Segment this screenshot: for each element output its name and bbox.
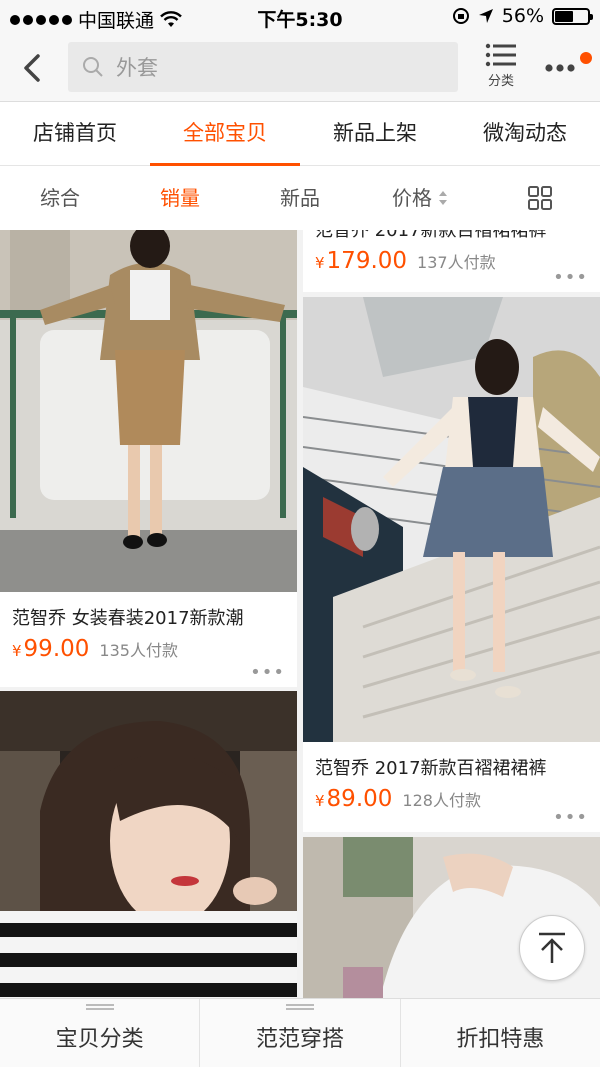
card-more-icon[interactable]: ••• (250, 662, 285, 683)
search-input[interactable]: 外套 (68, 42, 458, 92)
menu-grip-icon (285, 1004, 314, 1010)
status-bar: 中国联通 下午5:30 56% (0, 0, 600, 34)
product-card[interactable]: 范智乔 2017新款百褶裙裙裤 ¥ 179.00 137人付款 ••• (303, 230, 600, 292)
currency-symbol: ¥ (315, 792, 325, 810)
product-image[interactable] (0, 230, 297, 592)
status-icons: 56% (452, 5, 593, 27)
menu-grip-icon (85, 1004, 114, 1010)
card-more-icon[interactable]: ••• (553, 267, 588, 288)
sort-comprehensive[interactable]: 综合 (0, 166, 120, 230)
product-image[interactable] (0, 691, 297, 998)
sort-label: 价格 (392, 186, 432, 210)
battery-icon (552, 7, 593, 25)
menu-item-label: 宝贝分类 (55, 1027, 144, 1052)
more-dots-icon (545, 64, 575, 72)
currency-symbol: ¥ (315, 254, 325, 272)
sort-updown-icon (439, 191, 447, 205)
sort-newest[interactable]: 新品 (240, 166, 360, 230)
arrow-up-icon (539, 932, 565, 963)
navigation-bar: 外套 分类 (0, 34, 600, 102)
location-icon (478, 9, 493, 23)
product-grid: 范智乔 女装春装2017新款潮 ¥ 99.00 135人付款 ••• 范智乔 2… (0, 230, 600, 998)
back-button[interactable] (14, 48, 54, 88)
product-title[interactable]: 范智乔 2017新款百褶裙裙裤 (303, 230, 600, 242)
sales-count: 128人付款 (402, 791, 481, 810)
product-meta: ¥ 99.00 135人付款 (0, 636, 297, 662)
more-menu-button[interactable] (544, 52, 594, 86)
menu-item-categories[interactable]: 宝贝分类 (0, 999, 201, 1067)
notification-dot (580, 52, 592, 64)
menu-item-discounts[interactable]: 折扣特惠 (401, 999, 600, 1067)
shop-tabs: 店铺首页 全部宝贝 新品上架 微淘动态 (0, 102, 600, 166)
product-image[interactable] (303, 297, 600, 742)
product-title[interactable]: 范智乔 女装春装2017新款潮 (0, 604, 297, 630)
product-card[interactable]: 范智乔 女装春装2017新款潮 ¥ 99.00 135人付款 ••• (0, 230, 297, 687)
chevron-left-icon (24, 54, 40, 82)
search-placeholder: 外套 (116, 56, 158, 80)
sort-price[interactable]: 价格 (360, 166, 480, 230)
product-price: 99.00 (23, 636, 90, 662)
sales-count: 135人付款 (99, 641, 178, 660)
tab-new-arrivals[interactable]: 新品上架 (300, 102, 450, 165)
sort-label: 新品 (280, 186, 320, 210)
layout-toggle-button[interactable] (480, 166, 600, 230)
bottom-menu-bar: 宝贝分类 范范穿搭 折扣特惠 (0, 998, 600, 1067)
tab-all-items[interactable]: 全部宝贝 (150, 102, 300, 166)
category-button[interactable]: 分类 (478, 42, 524, 94)
product-card[interactable] (0, 691, 297, 998)
tab-shop-home[interactable]: 店铺首页 (0, 102, 150, 165)
scroll-to-top-button[interactable] (519, 915, 585, 981)
menu-item-label: 范范穿搭 (255, 1027, 344, 1052)
currency-symbol: ¥ (12, 642, 22, 660)
card-more-icon[interactable]: ••• (553, 807, 588, 828)
battery-percent: 56% (501, 5, 544, 27)
menu-item-label: 折扣特惠 (456, 1027, 545, 1052)
category-label: 分类 (487, 74, 514, 89)
search-icon (83, 57, 103, 77)
sort-bar: 综合 销量 新品 价格 (0, 166, 600, 230)
tab-weitao-feed[interactable]: 微淘动态 (450, 102, 600, 165)
product-price: 89.00 (326, 786, 393, 812)
product-title[interactable]: 范智乔 2017新款百褶裙裙裤 (303, 754, 600, 780)
list-icon (485, 43, 516, 67)
sales-count: 137人付款 (417, 253, 496, 272)
sort-label: 综合 (40, 186, 80, 210)
rotation-lock-icon (452, 8, 469, 24)
menu-item-outfits[interactable]: 范范穿搭 (200, 999, 401, 1067)
grid-view-icon (528, 186, 552, 210)
product-price: 179.00 (326, 248, 408, 274)
product-card[interactable]: 范智乔 2017新款百褶裙裙裤 ¥ 89.00 128人付款 ••• (303, 297, 600, 832)
sort-label: 销量 (160, 186, 200, 210)
sort-sales[interactable]: 销量 (120, 166, 240, 230)
